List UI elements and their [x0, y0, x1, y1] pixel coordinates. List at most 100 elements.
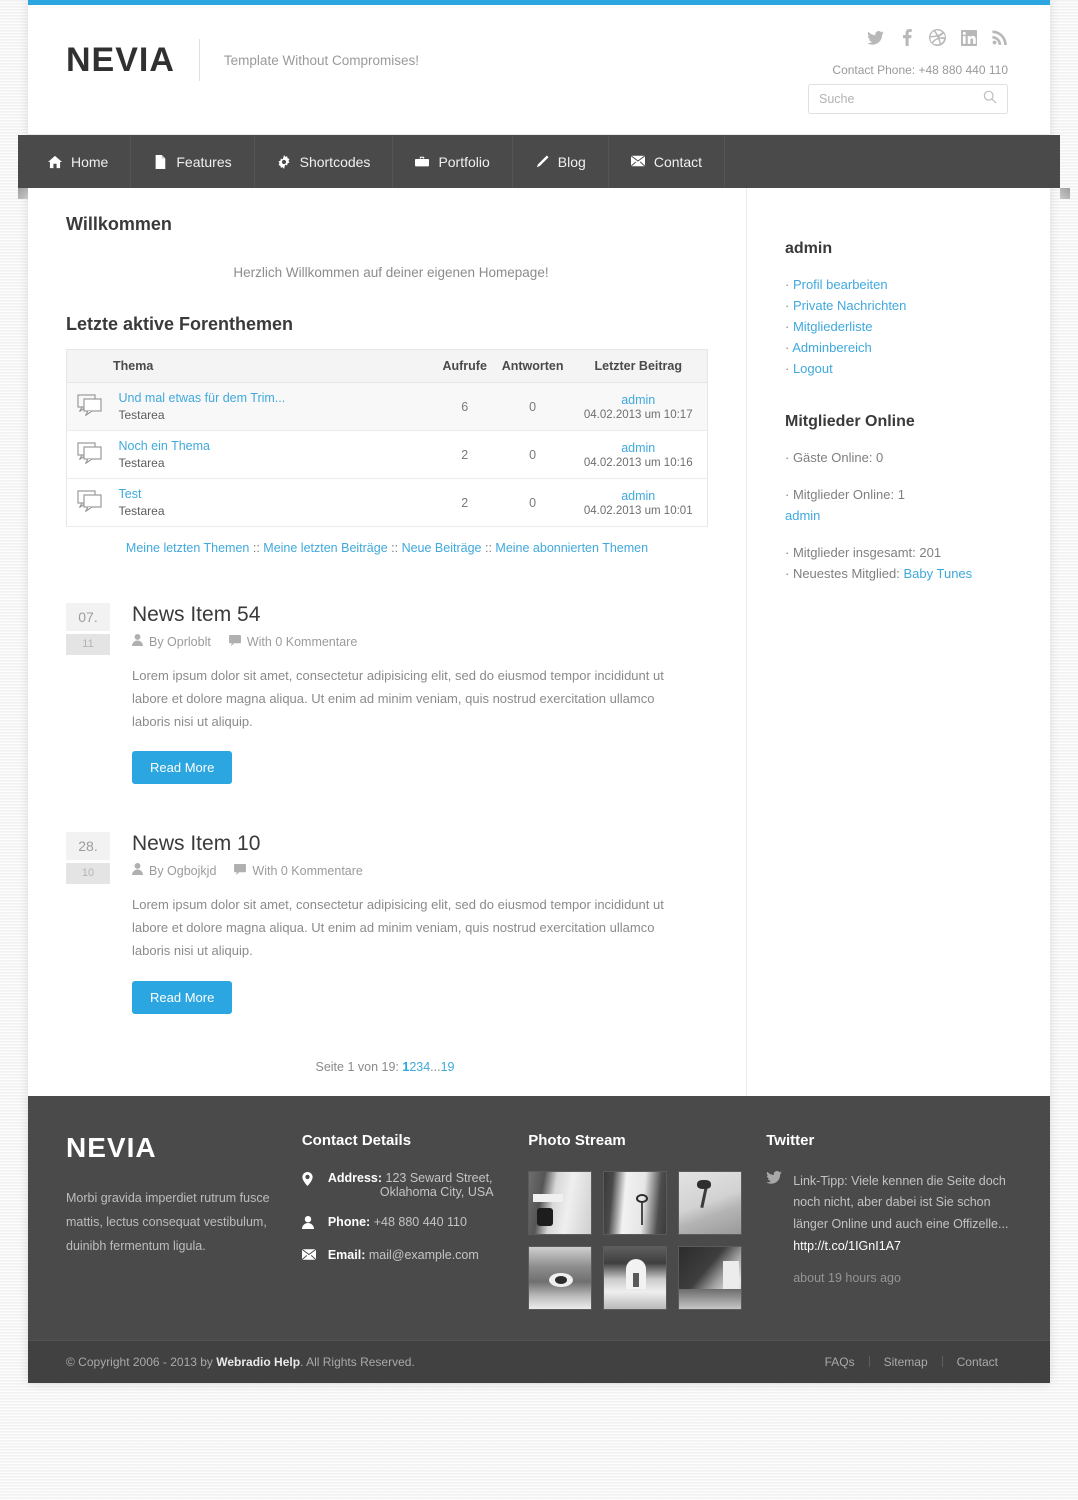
link-meine-letzten-beitraege[interactable]: Meine letzten Beiträge: [263, 541, 387, 555]
table-row[interactable]: Und mal etwas für dem Trim... Testarea 6…: [66, 382, 708, 431]
newest-member-link[interactable]: Baby Tunes: [904, 566, 973, 581]
email-value[interactable]: mail@example.com: [369, 1248, 479, 1262]
guests-online: · Gäste Online: 0: [785, 450, 884, 465]
dribbble-icon[interactable]: [929, 29, 946, 46]
footer-link-contact[interactable]: Contact: [943, 1355, 1012, 1369]
read-more-button[interactable]: Read More: [132, 751, 233, 785]
topic-area: Testarea: [118, 408, 165, 422]
site-footer: NEVIA Morbi gravida imperdiet rutrum fus…: [28, 1095, 1050, 1340]
sidebar-item-nachrichten: · Private Nachrichten: [785, 298, 907, 313]
sidebar-item-mitgliederliste: · Mitgliederliste: [785, 319, 873, 334]
twitter-icon: [766, 1170, 783, 1290]
footer-contact: Contact Details Address: 123 Seward Stre…: [301, 1132, 528, 1310]
last-post-cell: admin 04.02.2013 um 10:01: [570, 479, 708, 527]
pagination-label: Seite 1 von 19:: [315, 1059, 403, 1074]
col-antworten: Antworten: [495, 349, 570, 383]
sidebar-link[interactable]: Adminbereich: [792, 340, 872, 355]
photo-thumbnail[interactable]: [528, 1170, 593, 1235]
news-day: 28.: [66, 832, 110, 861]
rss-icon[interactable]: [991, 29, 1008, 46]
photo-thumbnail[interactable]: [603, 1245, 668, 1310]
footer-bottom-links: FAQs Sitemap Contact: [811, 1355, 1012, 1369]
footer-link-faqs[interactable]: FAQs: [811, 1355, 869, 1369]
welcome-message: Herzlich Willkommen auf deiner eigenen H…: [233, 265, 549, 280]
nav-item-features[interactable]: Features: [131, 135, 255, 188]
news-comments-label: With 0 Kommentare: [252, 863, 363, 878]
table-row[interactable]: Test Testarea 2 0 admin 04.02.2013 um 10…: [66, 479, 708, 527]
nav-item-portfolio[interactable]: Portfolio: [393, 135, 513, 188]
photo-thumbnail[interactable]: [603, 1170, 668, 1235]
footer-logo: NEVIA: [66, 1131, 157, 1163]
nav-item-home[interactable]: Home: [18, 135, 132, 188]
member-link[interactable]: admin: [785, 508, 820, 523]
nav-item-shortcodes[interactable]: Shortcodes: [255, 135, 394, 188]
link-meine-abonnierten-themen[interactable]: Meine abonnierten Themen: [495, 541, 648, 555]
news-month: 10: [66, 863, 110, 885]
col-thema: Thema: [66, 349, 434, 383]
sep: ::: [481, 541, 496, 555]
forum-table-head: Thema Aufrufe Antworten Letzter Beitrag: [66, 349, 708, 383]
topic-cell: Test Testarea: [113, 479, 434, 527]
topic-link[interactable]: Noch ein Thema: [119, 439, 428, 453]
last-post-author[interactable]: admin: [576, 393, 702, 407]
sidebar-online-title: Mitglieder Online: [785, 413, 915, 430]
topic-link[interactable]: Und mal etwas für dem Trim...: [119, 391, 428, 405]
sidebar-link[interactable]: Logout: [793, 361, 833, 376]
phone-label: Phone:: [327, 1214, 371, 1229]
topic-link[interactable]: Test: [119, 487, 428, 501]
sidebar-user-title: admin: [785, 240, 833, 257]
table-row[interactable]: Noch ein Thema Testarea 2 0 admin 04.02.…: [66, 431, 708, 479]
news-meta: By Oprloblt With 0 Kommentare: [132, 634, 716, 649]
content-area: Willkommen Herzlich Willkommen auf deine…: [28, 188, 1050, 1096]
sidebar-item-adminbereich: · Adminbereich: [785, 340, 872, 355]
news-title[interactable]: News Item 10: [132, 832, 716, 856]
sidebar-link[interactable]: Mitgliederliste: [793, 319, 872, 334]
photo-thumbnail[interactable]: [678, 1245, 743, 1310]
news-title[interactable]: News Item 54: [132, 603, 716, 627]
photo-thumbnail[interactable]: [528, 1245, 593, 1310]
news-day: 07.: [66, 603, 110, 631]
photo-thumbnail[interactable]: [678, 1170, 743, 1235]
footer-email: Email: mail@example.com: [328, 1248, 479, 1263]
email-label: Email:: [327, 1247, 366, 1262]
pagination-page-last[interactable]: 19: [441, 1060, 455, 1074]
nav-label: Home: [71, 153, 109, 170]
news-date: 28. 10: [66, 832, 110, 1013]
linkedin-icon[interactable]: [960, 29, 977, 46]
link-meine-letzten-themen[interactable]: Meine letzten Themen: [126, 541, 249, 555]
news-author-label: By Ogbojkjd: [149, 863, 217, 878]
search-icon[interactable]: [983, 90, 997, 109]
search-box[interactable]: [808, 84, 1008, 114]
forum-quick-links: Meine letzten Themen :: Meine letzten Be…: [66, 541, 708, 555]
newest-member-label: · Neuestes Mitglied:: [785, 566, 904, 581]
tweet-body: Link-Tipp: Viele kennen die Seite doch n…: [793, 1171, 1012, 1290]
nav-label: Portfolio: [438, 153, 490, 170]
footer-link-sitemap[interactable]: Sitemap: [870, 1355, 942, 1369]
sidebar-link[interactable]: Profil bearbeiten: [793, 277, 888, 292]
last-post-author[interactable]: admin: [576, 441, 702, 455]
col-letzter-beitrag: Letzter Beitrag: [569, 349, 708, 383]
nav-item-contact[interactable]: Contact: [609, 135, 726, 188]
link-neue-beitraege[interactable]: Neue Beiträge: [402, 541, 482, 555]
tweet-link[interactable]: http://t.co/1IGnI1A7: [793, 1239, 901, 1253]
read-more-button[interactable]: Read More: [132, 980, 233, 1014]
address-line2: Oklahoma City, USA: [379, 1184, 494, 1199]
sidebar-link[interactable]: Private Nachrichten: [793, 298, 906, 313]
tweet-text: Link-Tipp: Viele kennen die Seite doch n…: [793, 1173, 1009, 1232]
twitter-icon[interactable]: [867, 29, 884, 46]
news-body: News Item 54 By Oprloblt With 0 Kommenta…: [132, 603, 716, 785]
footer-address: Address: 123 Seward Street, Oklahoma City…: [328, 1171, 494, 1199]
footer-email-row: Email: mail@example.com: [301, 1248, 502, 1263]
envelope-icon: [630, 154, 645, 169]
facebook-icon[interactable]: [898, 29, 915, 46]
copyright-bar: © Copyright 2006 - 2013 by Webradio Help…: [28, 1339, 1050, 1383]
topic-icon-cell: [67, 383, 113, 431]
pagination-ellipsis: ...: [430, 1059, 441, 1074]
last-post-author[interactable]: admin: [576, 489, 702, 503]
comment-bubbles-icon: [77, 442, 103, 467]
footer-photo-title: Photo Stream: [528, 1131, 626, 1149]
search-input[interactable]: [819, 92, 983, 106]
newest-member-row: · Neuestes Mitglied: Baby Tunes: [785, 563, 1024, 584]
news-comments: With 0 Kommentare: [228, 634, 357, 649]
nav-item-blog[interactable]: Blog: [513, 135, 609, 188]
